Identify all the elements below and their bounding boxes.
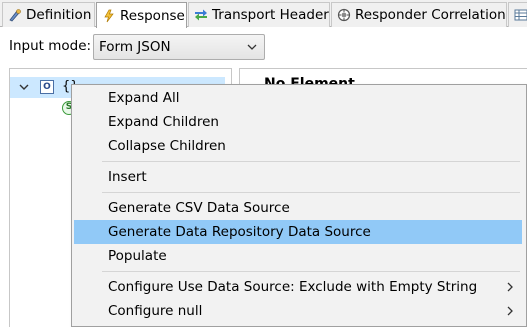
tab-table[interactable] — [508, 2, 527, 27]
menu-item-label: Populate — [108, 248, 167, 264]
expand-chevron-icon[interactable] — [18, 81, 30, 93]
tab-definition[interactable]: Definition — [2, 2, 95, 27]
menu-item-label: Expand All — [108, 90, 180, 106]
menu-separator — [102, 161, 520, 162]
response-icon — [102, 9, 116, 23]
menu-item-expand-children[interactable]: Expand Children — [74, 110, 522, 134]
menu-item-label: Generate Data Repository Data Source — [108, 224, 371, 240]
chevron-down-icon — [245, 40, 259, 54]
menu-separator — [102, 271, 520, 272]
tab-label: Response — [120, 7, 185, 24]
menu-item-configure-use-data-source[interactable]: Configure Use Data Source: Exclude with … — [74, 275, 522, 299]
tab-responder-correlation[interactable]: Responder Correlation — [331, 2, 507, 27]
input-mode-label: Input mode: — [9, 38, 92, 54]
input-mode-select[interactable]: Form JSON — [93, 34, 265, 60]
transport-header-icon — [194, 8, 208, 22]
menu-item-collapse-children[interactable]: Collapse Children — [74, 134, 522, 158]
menu-item-insert[interactable]: Insert — [74, 165, 522, 189]
context-menu: Expand All Expand Children Collapse Chil… — [71, 84, 527, 327]
tab-label: Responder Correlation — [355, 7, 506, 23]
tab-label: Definition — [26, 7, 92, 23]
menu-item-label: Configure Use Data Source: Exclude with … — [108, 279, 478, 295]
menu-separator — [102, 192, 520, 193]
input-mode-value: Form JSON — [99, 39, 171, 55]
menu-item-generate-csv-data-source[interactable]: Generate CSV Data Source — [74, 196, 522, 220]
submenu-arrow-icon — [506, 305, 514, 317]
menu-item-label: Insert — [108, 169, 147, 185]
menu-item-populate[interactable]: Populate — [74, 244, 522, 268]
menu-item-label: Generate CSV Data Source — [108, 200, 290, 216]
responder-correlation-icon — [337, 8, 351, 22]
menu-item-expand-all[interactable]: Expand All — [74, 86, 522, 110]
tab-label: Transport Header — [212, 7, 329, 23]
object-icon: O — [40, 80, 54, 94]
editor-tab-bar: Definition Response Transport Header Res… — [0, 0, 527, 28]
menu-item-label: Configure null — [108, 303, 203, 319]
table-icon — [514, 8, 527, 22]
menu-item-generate-data-repository-data-source[interactable]: Generate Data Repository Data Source — [74, 220, 522, 244]
definition-icon — [8, 8, 22, 22]
tab-response[interactable]: Response — [96, 2, 187, 28]
menu-item-label: Expand Children — [108, 114, 219, 130]
menu-item-configure-null[interactable]: Configure null — [74, 299, 522, 323]
tab-transport-header[interactable]: Transport Header — [188, 2, 330, 27]
submenu-arrow-icon — [506, 281, 514, 293]
menu-item-label: Collapse Children — [108, 138, 226, 154]
